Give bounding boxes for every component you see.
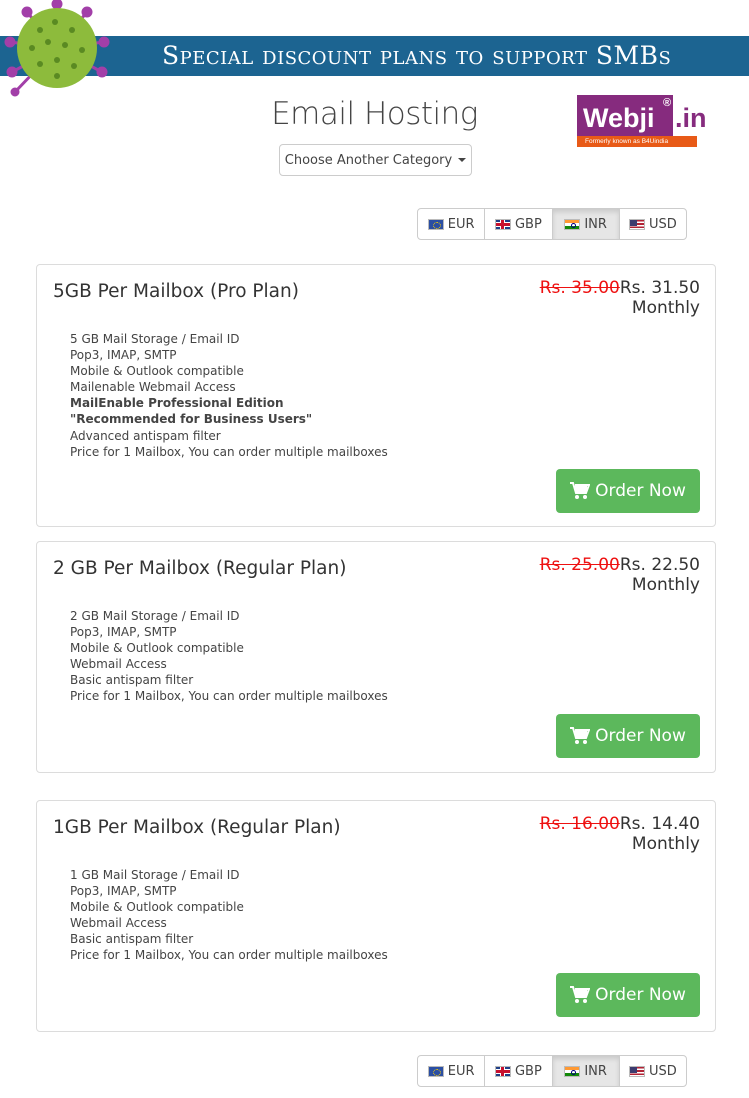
shopping-cart-icon xyxy=(570,482,591,500)
feature-item: Basic antispam filter xyxy=(70,932,194,947)
feature-item: Price for 1 Mailbox, You can order multi… xyxy=(70,689,388,704)
currency-gbp-button[interactable]: GBP xyxy=(485,1056,553,1086)
currency-label: INR xyxy=(584,1063,607,1079)
shopping-cart-icon xyxy=(570,727,591,745)
new-price: Rs. 22.50 xyxy=(619,555,700,575)
feature-item: Price for 1 Mailbox, You can order multi… xyxy=(70,948,388,963)
feature-item: "Recommended for Business Users" xyxy=(70,412,313,427)
choose-category-dropdown[interactable]: Choose Another Category xyxy=(279,144,472,176)
currency-switcher-top: EUR GBP INR USD xyxy=(417,208,687,240)
billing-period: Monthly xyxy=(631,298,700,318)
plan-title: 1GB Per Mailbox (Regular Plan) xyxy=(53,817,341,838)
plan-price: Rs. 25.00Rs. 22.50 Monthly xyxy=(540,555,700,595)
feature-item: Mailenable Webmail Access xyxy=(70,380,236,395)
feature-list: 2 GB Mail Storage / Email ID Pop3, IMAP,… xyxy=(70,608,388,705)
billing-period: Monthly xyxy=(631,575,700,595)
feature-item: Pop3, IMAP, SMTP xyxy=(70,884,177,899)
currency-label: EUR xyxy=(447,216,475,232)
order-now-button[interactable]: Order Now xyxy=(556,973,700,1017)
order-button-label: Order Now xyxy=(595,726,686,746)
feature-list: 5 GB Mail Storage / Email ID Pop3, IMAP,… xyxy=(70,331,388,460)
feature-item: Price for 1 Mailbox, You can order multi… xyxy=(70,444,388,459)
plan-price: Rs. 35.00Rs. 31.50 Monthly xyxy=(540,278,700,318)
currency-label: USD xyxy=(648,1063,677,1079)
new-price: Rs. 31.50 xyxy=(619,278,700,298)
plan-price: Rs. 16.00Rs. 14.40 Monthly xyxy=(540,814,700,854)
gb-flag-icon xyxy=(494,218,511,230)
order-now-button[interactable]: Order Now xyxy=(556,469,700,513)
shopping-cart-icon xyxy=(570,986,591,1004)
feature-item: Advanced antispam filter xyxy=(70,428,221,443)
currency-usd-button[interactable]: USD xyxy=(620,1056,686,1086)
feature-item: Basic antispam filter xyxy=(70,673,194,688)
us-flag-icon xyxy=(628,1065,645,1077)
feature-item: 2 GB Mail Storage / Email ID xyxy=(70,609,240,623)
old-price: Rs. 16.00 xyxy=(539,814,620,834)
in-flag-icon xyxy=(564,218,581,230)
category-button-label: Choose Another Category xyxy=(284,152,453,168)
plan-card-1gb: 1GB Per Mailbox (Regular Plan) Rs. 16.00… xyxy=(36,800,716,1032)
feature-item: Mobile & Outlook compatible xyxy=(70,900,244,915)
currency-label: INR xyxy=(584,216,607,232)
feature-item: 1 GB Mail Storage / Email ID xyxy=(70,868,240,882)
feature-item: Pop3, IMAP, SMTP xyxy=(70,348,177,363)
billing-period: Monthly xyxy=(631,834,700,854)
currency-switcher-bottom: EUR GBP INR USD xyxy=(417,1055,687,1087)
old-price: Rs. 35.00 xyxy=(539,278,620,298)
currency-label: GBP xyxy=(514,1063,542,1079)
plan-card-5gb: 5GB Per Mailbox (Pro Plan) Rs. 35.00Rs. … xyxy=(36,264,716,527)
new-price: Rs. 14.40 xyxy=(619,814,700,834)
currency-eur-button[interactable]: EUR xyxy=(418,209,486,239)
virus-icon xyxy=(4,0,110,97)
gb-flag-icon xyxy=(494,1065,511,1077)
order-button-label: Order Now xyxy=(595,481,686,501)
old-price: Rs. 25.00 xyxy=(539,555,620,575)
currency-inr-button[interactable]: INR xyxy=(552,1056,620,1086)
plan-title: 2 GB Per Mailbox (Regular Plan) xyxy=(53,558,347,579)
feature-item: Webmail Access xyxy=(70,916,167,931)
logo-tagline: Formerly known as B4Uindia xyxy=(577,136,697,147)
currency-label: USD xyxy=(648,216,677,232)
currency-inr-button[interactable]: INR xyxy=(552,209,620,239)
eu-flag-icon xyxy=(427,218,444,230)
in-flag-icon xyxy=(564,1065,581,1077)
feature-list: 1 GB Mail Storage / Email ID Pop3, IMAP,… xyxy=(70,867,388,964)
promo-banner-text: Special discount plans to support SMBs xyxy=(162,41,672,70)
currency-eur-button[interactable]: EUR xyxy=(418,1056,486,1086)
caret-down-icon xyxy=(458,158,467,162)
feature-item: Pop3, IMAP, SMTP xyxy=(70,625,177,640)
currency-label: GBP xyxy=(514,216,542,232)
us-flag-icon xyxy=(628,218,645,230)
feature-item: MailEnable Professional Edition xyxy=(70,396,284,411)
feature-item: Webmail Access xyxy=(70,657,167,672)
plan-card-2gb: 2 GB Per Mailbox (Regular Plan) Rs. 25.0… xyxy=(36,541,716,773)
order-now-button[interactable]: Order Now xyxy=(556,714,700,758)
eu-flag-icon xyxy=(427,1065,444,1077)
feature-item: Mobile & Outlook compatible xyxy=(70,641,244,656)
order-button-label: Order Now xyxy=(595,985,686,1005)
feature-item: Mobile & Outlook compatible xyxy=(70,364,244,379)
page-title: Email Hosting xyxy=(271,96,478,132)
currency-gbp-button[interactable]: GBP xyxy=(485,209,553,239)
currency-label: EUR xyxy=(447,1063,475,1079)
plan-title: 5GB Per Mailbox (Pro Plan) xyxy=(53,281,299,302)
currency-usd-button[interactable]: USD xyxy=(620,209,686,239)
feature-item: 5 GB Mail Storage / Email ID xyxy=(70,332,240,346)
